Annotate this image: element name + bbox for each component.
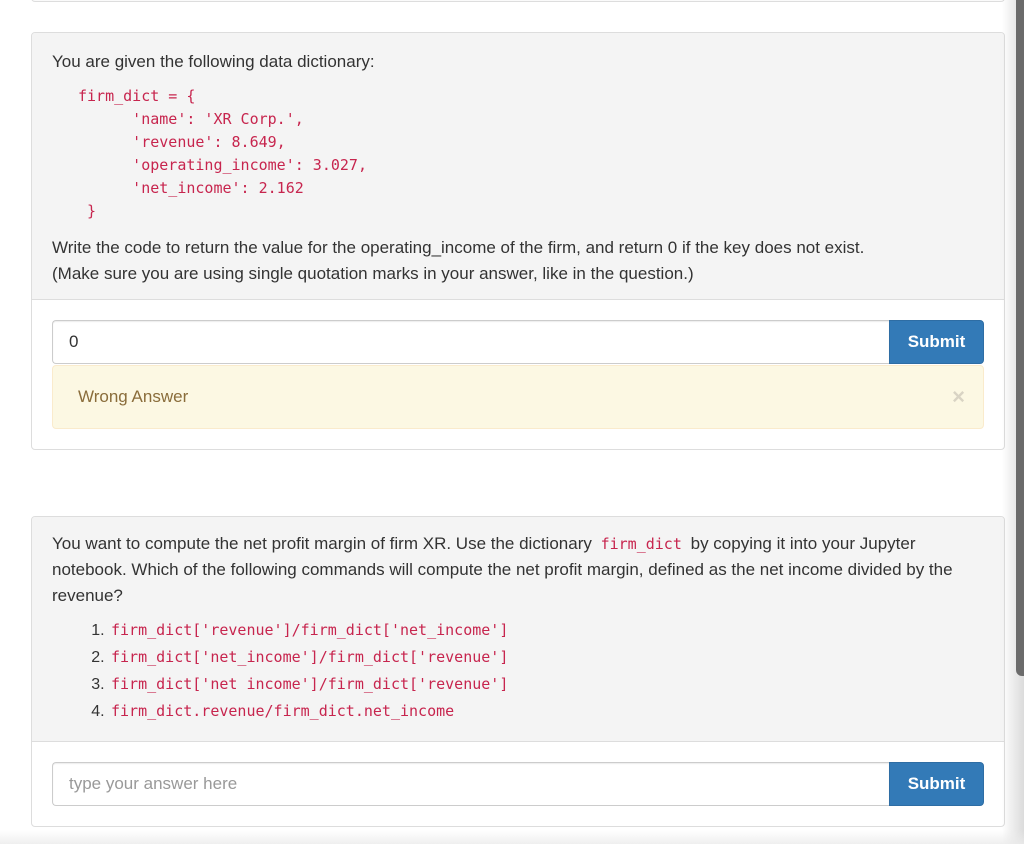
option-item-4: firm_dict.revenue/firm_dict.net_income — [109, 698, 984, 725]
question-2-text-before: You want to compute the net profit margi… — [52, 534, 592, 553]
question-1-submit-button[interactable]: Submit — [889, 320, 984, 364]
close-icon[interactable]: × — [952, 366, 965, 428]
question-2-answer-input[interactable] — [52, 762, 889, 806]
question-2-body: You want to compute the net profit margi… — [32, 517, 1004, 742]
wrong-answer-text: Wrong Answer — [78, 387, 189, 406]
bottom-fade — [0, 830, 1024, 844]
option-item-1: firm_dict['revenue']/firm_dict['net_inco… — [109, 617, 984, 644]
question-1-input-group: Submit — [52, 320, 984, 364]
scrollbar-thumb[interactable] — [1016, 0, 1024, 676]
question-card-1: You are given the following data diction… — [31, 32, 1005, 450]
option-item-3: firm_dict['net income']/firm_dict['reven… — [109, 671, 984, 698]
question-1-answer-input[interactable] — [52, 320, 889, 364]
firm-dict-inline-code: firm_dict — [600, 535, 682, 553]
option-4-code: firm_dict.revenue/firm_dict.net_income — [111, 702, 455, 720]
question-1-prompt: Write the code to return the value for t… — [52, 235, 984, 287]
wrong-answer-alert: Wrong Answer × — [52, 365, 984, 429]
question-2-submit-button[interactable]: Submit — [889, 762, 984, 806]
question-1-prompt-line-2: (Make sure you are using single quotatio… — [52, 264, 694, 283]
answer-options-list: firm_dict['revenue']/firm_dict['net_inco… — [52, 617, 984, 725]
previous-question-card-edge — [31, 0, 1005, 2]
question-2-input-group: Submit — [52, 762, 984, 806]
question-1-prompt-line-1: Write the code to return the value for t… — [52, 238, 865, 257]
option-3-code: firm_dict['net income']/firm_dict['reven… — [111, 675, 509, 693]
question-1-intro: You are given the following data diction… — [52, 52, 375, 71]
question-1-answer-area: Submit Wrong Answer × — [32, 300, 1004, 449]
option-1-code: firm_dict['revenue']/firm_dict['net_inco… — [111, 621, 509, 639]
question-2-answer-area: Submit — [32, 742, 1004, 826]
question-2-prompt: You want to compute the net profit margi… — [52, 531, 984, 609]
question-1-body: You are given the following data diction… — [32, 33, 1004, 300]
option-2-code: firm_dict['net_income']/firm_dict['reven… — [111, 648, 509, 666]
page: You are given the following data diction… — [0, 0, 1024, 844]
question-card-2: You want to compute the net profit margi… — [31, 516, 1005, 827]
option-item-2: firm_dict['net_income']/firm_dict['reven… — [109, 644, 984, 671]
firm-dict-code-block: firm_dict = { 'name': 'XR Corp.', 'reven… — [78, 87, 367, 220]
